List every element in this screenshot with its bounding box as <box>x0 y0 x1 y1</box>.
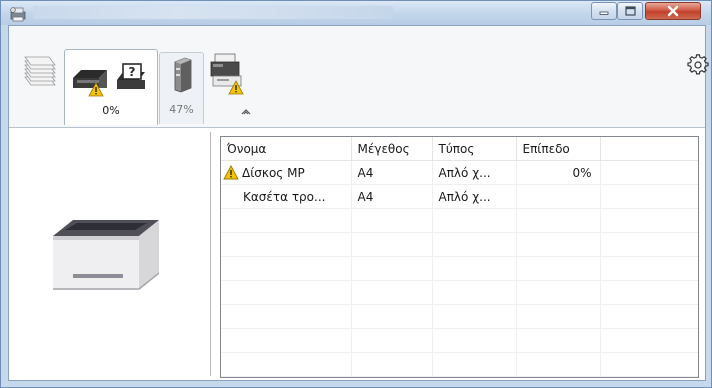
column-header-type[interactable]: Τύπος <box>432 137 517 161</box>
cell-type: Απλό χ... <box>432 184 517 209</box>
table-header-row: Όνομα Μέγεθος Τύπος Επίπεδο <box>221 137 698 161</box>
empty-row <box>221 328 698 353</box>
cell-size: A4 <box>351 160 433 185</box>
cell-filler <box>600 160 698 185</box>
table-row[interactable]: Δίσκος MP A4 Απλό χ... 0% <box>221 160 698 185</box>
app-window: ? 0% 47% Όνομα Μέγεθος Τύπος Επίπεδο Δίσ… <box>0 0 712 388</box>
column-header-filler <box>600 137 698 161</box>
tray-table: Όνομα Μέγεθος Τύπος Επίπεδο Δίσκος MP A4… <box>220 136 699 378</box>
cell-level: 0% <box>516 160 601 185</box>
empty-row <box>221 280 698 305</box>
toner-tab[interactable]: ? 0% <box>64 49 158 125</box>
svg-text:?: ? <box>129 65 136 79</box>
toner-warning-icon: ? <box>73 63 145 97</box>
title-bar[interactable] <box>1 1 711 25</box>
close-icon <box>667 5 679 17</box>
collapse-chevron-icon[interactable] <box>241 108 251 118</box>
column-header-level[interactable]: Επίπεδο <box>516 137 601 161</box>
empty-row <box>221 208 698 233</box>
waste-toner-tab[interactable]: 47% <box>159 52 204 124</box>
minimize-button[interactable] <box>591 2 617 20</box>
printer-preview-pane <box>9 128 209 380</box>
client-area: ? 0% 47% Όνομα Μέγεθος Τύπος Επίπεδο Δίσ… <box>8 25 709 381</box>
empty-row <box>221 304 698 329</box>
printer-app-icon <box>10 7 26 22</box>
column-header-name[interactable]: Όνομα <box>221 137 352 161</box>
gear-icon[interactable] <box>687 54 709 76</box>
pane-splitter[interactable] <box>210 132 211 376</box>
column-header-size[interactable]: Μέγεθος <box>351 137 433 161</box>
toner-level-label: 0% <box>102 104 120 117</box>
cell-filler <box>600 184 698 209</box>
empty-row <box>221 232 698 257</box>
warning-icon <box>223 165 239 180</box>
waste-toner-level-label: 47% <box>169 103 194 116</box>
maximize-button[interactable] <box>617 2 643 20</box>
close-button[interactable] <box>645 2 701 20</box>
cell-size: A4 <box>351 184 433 209</box>
table-row[interactable]: Κασέτα τρο... A4 Απλό χ... <box>221 184 698 209</box>
cell-name: Κασέτα τρο... <box>221 184 352 209</box>
cell-level <box>516 184 601 209</box>
maximize-icon <box>624 6 636 16</box>
cell-name: Δίσκος MP <box>221 160 352 185</box>
cell-type: Απλό χ... <box>432 160 517 185</box>
minimize-icon <box>599 11 609 15</box>
printer-image <box>53 220 159 290</box>
empty-row <box>221 256 698 281</box>
empty-row <box>221 352 698 377</box>
waste-toner-icon <box>174 57 192 93</box>
paper-stack-icon <box>24 56 56 86</box>
tray-name: Δίσκος MP <box>242 165 305 180</box>
printer-warning-icon <box>210 53 244 95</box>
window-title <box>33 6 393 19</box>
paper-stack-tab[interactable] <box>17 53 62 124</box>
status-tab-bar: ? 0% 47% <box>9 26 709 128</box>
